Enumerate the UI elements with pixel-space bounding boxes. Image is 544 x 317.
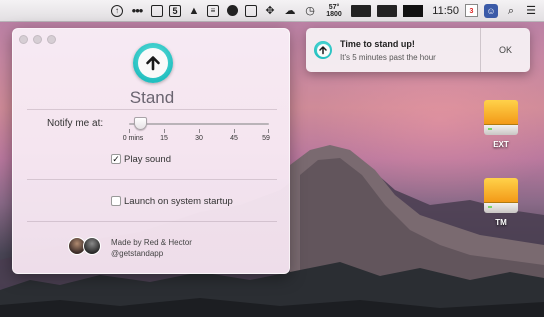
dropbox-icon[interactable]: ✥	[263, 4, 277, 18]
menu-bar: ↑ ••• 5 ▲ ≡ ✥ ☁ ◷ 57° 1800 11:50 3 ☺ ⌕ ☰	[0, 0, 544, 22]
app-title: Stand	[129, 88, 175, 107]
drive-ext[interactable]: EXT	[481, 100, 521, 149]
twitter-handle-link[interactable]: @getstandapp	[111, 248, 192, 259]
dots-icon[interactable]: •••	[129, 3, 145, 18]
notification-title: Time to stand up!	[340, 39, 415, 49]
avatar-icon[interactable]: ☺	[484, 3, 498, 18]
slider-tick-label: 45	[230, 135, 238, 142]
notify-label: Notify me at:	[47, 118, 104, 129]
stand-preferences-panel: Stand Notify me at: 0 mins 15 30 45 59 ✓…	[12, 28, 290, 274]
cloud-icon[interactable]: ☁	[283, 4, 297, 18]
screen-icon[interactable]	[403, 4, 423, 17]
drive-label: EXT	[493, 140, 509, 149]
slider-tick-label: 0 mins	[122, 135, 144, 142]
stand-app-icon[interactable]: ↑	[111, 4, 123, 17]
close-button[interactable]	[19, 35, 28, 44]
window-controls	[19, 35, 56, 44]
launch-startup-label[interactable]: Launch on system startup	[124, 196, 233, 207]
html5-icon[interactable]: 5	[169, 4, 181, 17]
minute-slider-track[interactable]	[129, 123, 269, 125]
credits: Made by Red & Hector @getstandapp	[111, 237, 192, 259]
notification-body: It's 5 minutes past the hour	[340, 53, 436, 62]
search-icon[interactable]: ⌕	[504, 4, 518, 18]
record-icon[interactable]	[225, 4, 239, 18]
box-icon[interactable]	[245, 4, 257, 17]
launch-startup-checkbox[interactable]	[111, 196, 121, 206]
credits-line: Made by Red & Hector	[111, 238, 192, 247]
minimize-button[interactable]	[33, 35, 42, 44]
divider	[27, 109, 277, 110]
drive-label: TM	[495, 218, 507, 227]
divider	[27, 179, 277, 180]
notification-ok-button[interactable]: OK	[480, 28, 530, 72]
weather-icon[interactable]: 57° 1800	[323, 4, 345, 18]
hector-avatar	[83, 237, 101, 255]
window-icon[interactable]	[151, 4, 163, 17]
notification-banner[interactable]: Time to stand up! It's 5 minutes past th…	[306, 28, 530, 72]
slider-tick-label: 59	[262, 135, 270, 142]
hat-icon[interactable]: ▲	[187, 4, 201, 18]
play-sound-label[interactable]: Play sound	[124, 154, 171, 165]
zoom-button[interactable]	[47, 35, 56, 44]
calendar-icon[interactable]: 3	[465, 4, 478, 17]
slider-tick	[268, 129, 269, 133]
stand-logo-icon	[133, 43, 173, 83]
history-icon[interactable]: ◷	[303, 4, 317, 18]
cpu-icon[interactable]	[377, 4, 397, 17]
external-drive-icon	[484, 100, 518, 138]
text-icon[interactable]: ≡	[207, 4, 219, 17]
stand-notification-icon	[314, 41, 332, 59]
slider-tick-label: 15	[160, 135, 168, 142]
list-icon[interactable]: ☰	[524, 4, 538, 18]
slider-tick	[129, 129, 130, 133]
slider-tick	[234, 129, 235, 133]
minute-slider-thumb[interactable]	[134, 117, 148, 130]
external-drive-icon	[484, 178, 518, 216]
divider	[27, 221, 277, 222]
clock[interactable]: 11:50	[429, 5, 459, 17]
slider-tick-label: 30	[195, 135, 203, 142]
slider-tick	[199, 129, 200, 133]
play-sound-checkbox[interactable]: ✓	[111, 154, 121, 164]
drive-tm[interactable]: TM	[481, 178, 521, 227]
battery-icon[interactable]	[351, 4, 371, 17]
slider-tick	[164, 129, 165, 133]
